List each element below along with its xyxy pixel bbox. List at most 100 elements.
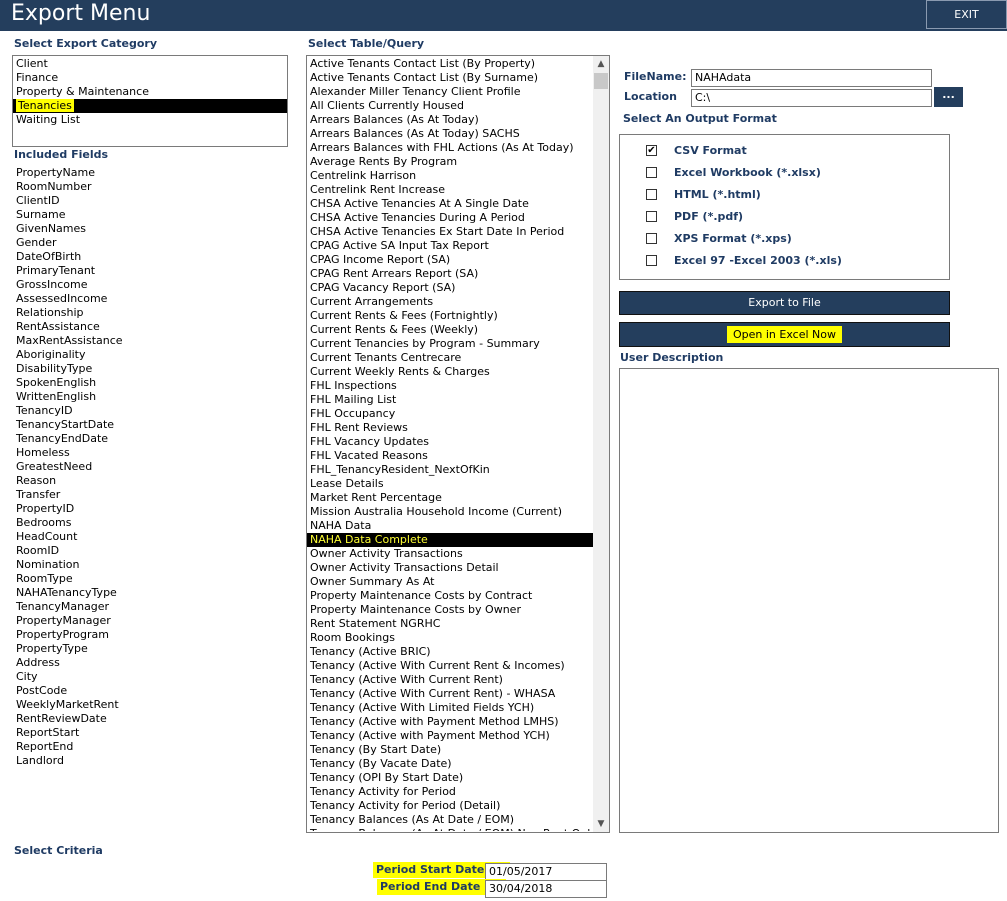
query-item[interactable]: CPAG Vacancy Report (SA) (307, 281, 593, 295)
browse-button[interactable]: ... (934, 87, 963, 107)
query-item[interactable]: Active Tenants Contact List (By Property… (307, 57, 593, 71)
query-item[interactable]: Current Weekly Rents & Charges (307, 365, 593, 379)
checkbox-icon[interactable] (646, 211, 657, 222)
query-item[interactable]: FHL Rent Reviews (307, 421, 593, 435)
filename-label: FileName: (624, 70, 687, 83)
field-item: Bedrooms (16, 516, 72, 529)
query-item[interactable]: Tenancy (By Vacate Date) (307, 757, 593, 771)
query-item[interactable]: Owner Activity Transactions (307, 547, 593, 561)
checkbox-icon[interactable]: ✔ (646, 145, 657, 156)
query-item[interactable]: Current Rents & Fees (Fortnightly) (307, 309, 593, 323)
field-item: Surname (16, 208, 66, 221)
checkbox-icon[interactable] (646, 255, 657, 266)
query-item[interactable]: Arrears Balances (As At Today) SACHS (307, 127, 593, 141)
field-item: GreatestNeed (16, 460, 93, 473)
query-item[interactable]: Room Bookings (307, 631, 593, 645)
query-item[interactable]: Arrears Balances with FHL Actions (As At… (307, 141, 593, 155)
field-item: RoomNumber (16, 180, 92, 193)
query-scrollbar[interactable]: ▲ ▼ (593, 56, 609, 832)
checkbox-icon[interactable] (646, 167, 657, 178)
query-item[interactable]: Tenancy Activity for Period (Detail) (307, 799, 593, 813)
category-item[interactable]: Client (13, 57, 287, 71)
query-item[interactable]: Tenancy (By Start Date) (307, 743, 593, 757)
query-item[interactable]: Current Rents & Fees (Weekly) (307, 323, 593, 337)
exit-button[interactable]: EXIT (926, 0, 1007, 29)
query-item[interactable]: Centrelink Rent Increase (307, 183, 593, 197)
query-item[interactable]: Market Rent Percentage (307, 491, 593, 505)
query-item[interactable]: Tenancy (Active With Limited Fields YCH) (307, 701, 593, 715)
query-item[interactable]: Average Rents By Program (307, 155, 593, 169)
checkbox-icon[interactable] (646, 189, 657, 200)
category-item[interactable]: Finance (13, 71, 287, 85)
query-item[interactable]: CPAG Rent Arrears Report (SA) (307, 267, 593, 281)
query-item[interactable]: Property Maintenance Costs by Contract (307, 589, 593, 603)
field-item: MaxRentAssistance (16, 334, 123, 347)
query-item[interactable]: NAHA Data Complete (307, 533, 593, 547)
query-item[interactable]: Arrears Balances (As At Today) (307, 113, 593, 127)
query-item[interactable]: FHL Vacated Reasons (307, 449, 593, 463)
query-item[interactable]: FHL Vacancy Updates (307, 435, 593, 449)
field-item: HeadCount (16, 530, 78, 543)
field-item: ReportStart (16, 726, 80, 739)
period-end-input[interactable]: 30/04/2018 (485, 880, 607, 898)
query-item[interactable]: Rent Statement NGRHC (307, 617, 593, 631)
export-to-file-button[interactable]: Export to File (619, 291, 950, 315)
query-item[interactable]: Current Arrangements (307, 295, 593, 309)
query-item[interactable]: Active Tenants Contact List (By Surname) (307, 71, 593, 85)
query-item[interactable]: All Clients Currently Housed (307, 99, 593, 113)
included-fields-label: Included Fields (14, 148, 109, 161)
open-in-excel-button[interactable]: Open in Excel Now (619, 322, 950, 347)
location-input[interactable]: C:\ (691, 89, 932, 107)
query-item[interactable]: Tenancy (Active with Payment Method YCH) (307, 729, 593, 743)
query-item[interactable]: CHSA Active Tenancies At A Single Date (307, 197, 593, 211)
query-item[interactable]: CHSA Active Tenancies Ex Start Date In P… (307, 225, 593, 239)
category-label: Select Export Category (14, 37, 158, 50)
checkbox-icon[interactable] (646, 233, 657, 244)
query-item[interactable]: Tenancy (OPI By Start Date) (307, 771, 593, 785)
field-item: PropertyType (16, 642, 88, 655)
scroll-thumb[interactable] (594, 73, 608, 89)
query-item[interactable]: Centrelink Harrison (307, 169, 593, 183)
query-item[interactable]: Current Tenancies by Program - Summary (307, 337, 593, 351)
query-item[interactable]: FHL Inspections (307, 379, 593, 393)
query-item[interactable]: CHSA Active Tenancies During A Period (307, 211, 593, 225)
category-item[interactable]: Property & Maintenance (13, 85, 287, 99)
query-item[interactable]: Tenancy (Active With Current Rent) (307, 673, 593, 687)
query-item[interactable]: Mission Australia Household Income (Curr… (307, 505, 593, 519)
query-item[interactable]: Tenancy (Active with Payment Method LMHS… (307, 715, 593, 729)
field-item: TenancyManager (16, 600, 110, 613)
scroll-up-icon[interactable]: ▲ (593, 56, 609, 72)
query-item[interactable]: Lease Details (307, 477, 593, 491)
query-item[interactable]: FHL Mailing List (307, 393, 593, 407)
query-item[interactable]: FHL_TenancyResident_NextOfKin (307, 463, 593, 477)
category-list[interactable]: Client Finance Property & Maintenance Tenan… (12, 55, 288, 147)
query-item[interactable]: Owner Activity Transactions Detail (307, 561, 593, 575)
query-item[interactable]: Tenancy Balances (As At Date / EOM) Non … (307, 827, 593, 831)
scroll-down-icon[interactable]: ▼ (593, 816, 609, 832)
user-description-box[interactable] (619, 368, 999, 833)
query-item[interactable]: Tenancy Balances (As At Date / EOM) (307, 813, 593, 827)
query-item[interactable]: Alexander Miller Tenancy Client Profile (307, 85, 593, 99)
format-label: PDF (*.pdf) (674, 210, 744, 223)
query-item[interactable]: Property Maintenance Costs by Owner (307, 603, 593, 617)
query-item[interactable]: NAHA Data (307, 519, 593, 533)
filename-input[interactable]: NAHAdata (691, 69, 932, 87)
query-item[interactable]: Tenancy Activity for Period (307, 785, 593, 799)
field-item: Relationship (16, 306, 84, 319)
field-item: ClientID (16, 194, 60, 207)
query-item[interactable]: Tenancy (Active BRIC) (307, 645, 593, 659)
query-item[interactable]: FHL Occupancy (307, 407, 593, 421)
query-item[interactable]: Tenancy (Active With Current Rent & Inco… (307, 659, 593, 673)
query-item[interactable]: CPAG Active SA Input Tax Report (307, 239, 593, 253)
field-item: City (16, 670, 38, 683)
query-item[interactable]: Current Tenants Centrecare (307, 351, 593, 365)
category-item[interactable]: Waiting List (13, 113, 287, 127)
category-item[interactable]: Tenancies (13, 99, 287, 113)
field-item: AssessedIncome (16, 292, 108, 305)
field-item: Gender (16, 236, 57, 249)
table-query-list[interactable]: Active Tenants Contact List (By Property… (306, 55, 610, 833)
query-item[interactable]: Owner Summary As At (307, 575, 593, 589)
query-item[interactable]: CPAG Income Report (SA) (307, 253, 593, 267)
field-item: PropertyName (16, 166, 95, 179)
query-item[interactable]: Tenancy (Active With Current Rent) - WHA… (307, 687, 593, 701)
